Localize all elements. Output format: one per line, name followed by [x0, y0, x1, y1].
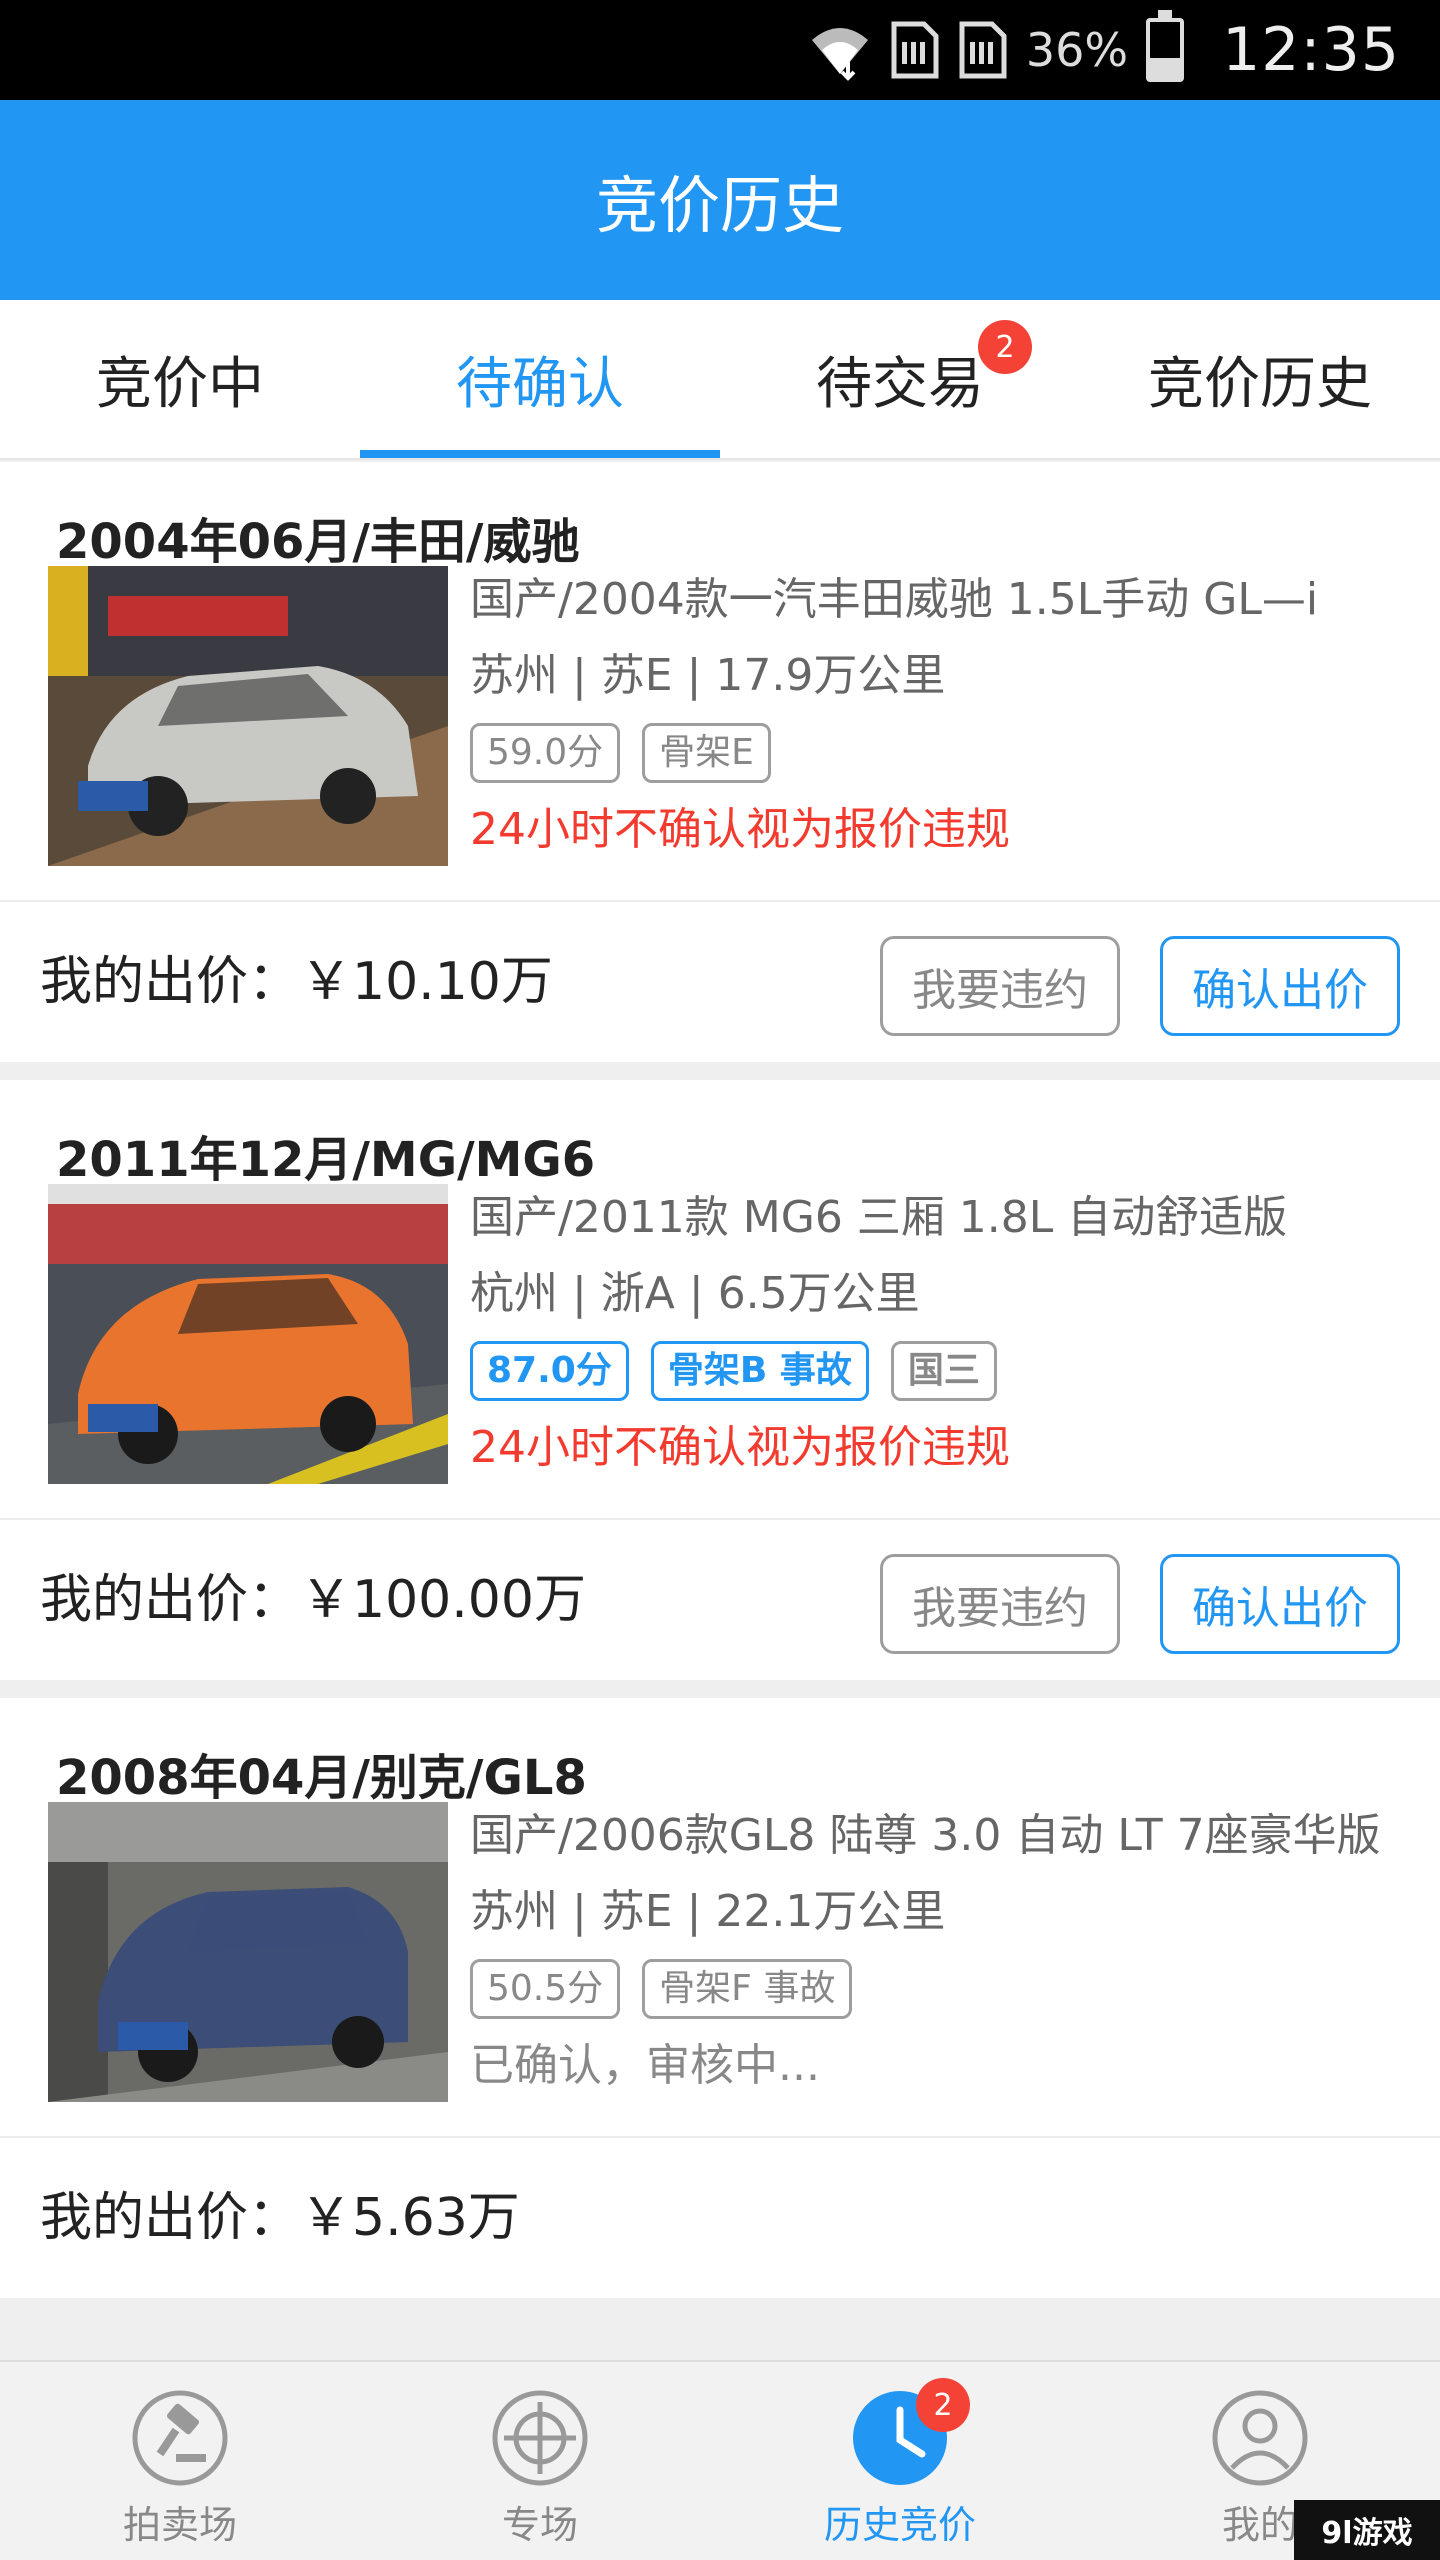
tab-label: 待确认 [456, 351, 624, 417]
nav-auction-hall[interactable]: 拍卖场 [0, 2362, 360, 2560]
card-actions: 我的出价：￥100.00万 我要违约 确认出价 [0, 1520, 1440, 1680]
watermark-logo: 9l游戏 [1294, 2500, 1440, 2560]
tab-bidding[interactable]: 竞价中 [0, 300, 360, 458]
breach-button[interactable]: 我要违约 [880, 1554, 1120, 1654]
tab-pending-confirm[interactable]: 待确认 2 [360, 300, 1032, 458]
car-photo-image [48, 1184, 448, 1484]
bid-card[interactable]: 2004年06月/丰田/威驰 国产/2004款一汽丰田威驰 1.5L手动 GL—… [0, 462, 1440, 1062]
review-status: 已确认，审核中... [470, 2040, 820, 2091]
car-model: 国产/2006款GL8 陆尊 3.0 自动 LT 7座豪华版 [470, 1810, 1381, 1861]
battery-fill [1150, 57, 1181, 78]
nav-bid-history[interactable]: 2 历史竞价 [720, 2362, 1080, 2560]
battery-icon [1146, 10, 1185, 82]
tab-label: 待交易 [816, 351, 984, 417]
card-actions: 我的出价：￥10.10万 我要违约 确认出价 [0, 902, 1440, 1062]
card-info[interactable]: 2004年06月/丰田/威驰 国产/2004款一汽丰田威驰 1.5L手动 GL—… [0, 462, 1440, 902]
car-details: 国产/2011款 MG6 三厢 1.8L 自动舒适版 杭州 | 浙A | 6.5… [470, 1180, 1410, 1486]
my-bid-price: 我的出价：￥10.10万 [40, 952, 553, 1012]
car-photo-image [48, 1802, 448, 2102]
tab-label: 竞价中 [96, 351, 264, 417]
frame-tag: 骨架E [642, 723, 771, 783]
nav-badge: 2 [916, 2378, 970, 2432]
card-actions: 我的出价：￥5.63万 [0, 2138, 1440, 2298]
card-info[interactable]: 2011年12月/MG/MG6 国产/2011款 MG6 三厢 1.8L 自动舒… [0, 1080, 1440, 1520]
nav-label: 历史竞价 [823, 2503, 976, 2547]
breach-button[interactable]: 我要违约 [880, 936, 1120, 1036]
car-location: 杭州 | 浙A | 6.5万公里 [470, 1268, 920, 1319]
frame-tag: 骨架F 事故 [642, 1959, 853, 2019]
nav-special-session[interactable]: 专场 [360, 2362, 720, 2560]
car-model: 国产/2004款一汽丰田威驰 1.5L手动 GL—i [470, 574, 1319, 625]
confirm-bid-button[interactable]: 确认出价 [1160, 1554, 1400, 1654]
confirm-warning: 24小时不确认视为报价违规 [470, 1422, 1010, 1473]
sim-card-icon [891, 21, 939, 79]
bid-list: 2004年06月/丰田/威驰 国产/2004款一汽丰田威驰 1.5L手动 GL—… [0, 462, 1440, 2316]
bottom-nav: 拍卖场 专场 2 历史竞价 我的 9l游戏 [0, 2360, 1440, 2560]
confirm-warning: 24小时不确认视为报价违规 [470, 804, 1010, 855]
wifi-icon [811, 28, 868, 81]
user-icon [1212, 2390, 1308, 2486]
my-bid-price: 我的出价：￥100.00万 [40, 1570, 586, 1630]
emission-tag: 国三 [890, 1341, 997, 1401]
tab-pending-trade[interactable]: 待交易 [720, 300, 1080, 458]
card-info[interactable]: 2008年04月/别克/GL8 国产/2006款GL8 陆尊 3.0 自动 LT… [0, 1698, 1440, 2138]
car-details: 国产/2004款一汽丰田威驰 1.5L手动 GL—i 苏州 | 苏E | 17.… [470, 562, 1410, 868]
car-photo [48, 1184, 448, 1484]
app-header: 竞价历史 [0, 100, 1440, 300]
tab-bid-history[interactable]: 竞价历史 [1080, 300, 1440, 458]
tag-list: 59.0分 骨架E [470, 714, 1410, 792]
bid-card[interactable]: 2008年04月/别克/GL8 国产/2006款GL8 陆尊 3.0 自动 LT… [0, 1698, 1440, 2298]
car-details: 国产/2006款GL8 陆尊 3.0 自动 LT 7座豪华版 苏州 | 苏E |… [470, 1798, 1410, 2104]
car-photo [48, 566, 448, 866]
score-tag: 87.0分 [470, 1341, 629, 1401]
sim-card-2-icon [959, 21, 1007, 79]
battery-percent: 36% [1025, 23, 1129, 77]
clock: 12:35 [1222, 15, 1400, 85]
nav-label: 拍卖场 [122, 2503, 237, 2547]
score-tag: 59.0分 [470, 723, 621, 783]
car-photo [48, 1802, 448, 2102]
status-bar: 36% 12:35 [0, 0, 1440, 100]
bid-card[interactable]: 2011年12月/MG/MG6 国产/2011款 MG6 三厢 1.8L 自动舒… [0, 1080, 1440, 1680]
page-title: 竞价历史 [595, 169, 844, 242]
tab-label: 竞价历史 [1148, 351, 1372, 417]
nav-label: 我的 [1221, 2503, 1298, 2547]
frame-tag: 骨架B 事故 [650, 1341, 869, 1401]
car-photo-image [48, 566, 448, 866]
car-model: 国产/2011款 MG6 三厢 1.8L 自动舒适版 [470, 1192, 1288, 1243]
my-bid-price: 我的出价：￥5.63万 [40, 2188, 520, 2248]
score-tag: 50.5分 [470, 1959, 621, 2019]
tag-list: 87.0分 骨架B 事故 国三 [470, 1332, 1410, 1410]
car-location: 苏州 | 苏E | 17.9万公里 [470, 650, 946, 701]
gavel-icon [132, 2390, 228, 2486]
status-icons: 36% 12:35 [808, 0, 1400, 100]
watermark-text: 9l游戏 [1321, 2516, 1413, 2551]
crosshair-icon [492, 2390, 588, 2486]
car-location: 苏州 | 苏E | 22.1万公里 [470, 1886, 946, 1937]
nav-label: 专场 [501, 2503, 578, 2547]
tag-list: 50.5分 骨架F 事故 [470, 1950, 1410, 2028]
confirm-bid-button[interactable]: 确认出价 [1160, 936, 1400, 1036]
tab-bar: 竞价中 待确认 2 待交易 竞价历史 [0, 300, 1440, 460]
